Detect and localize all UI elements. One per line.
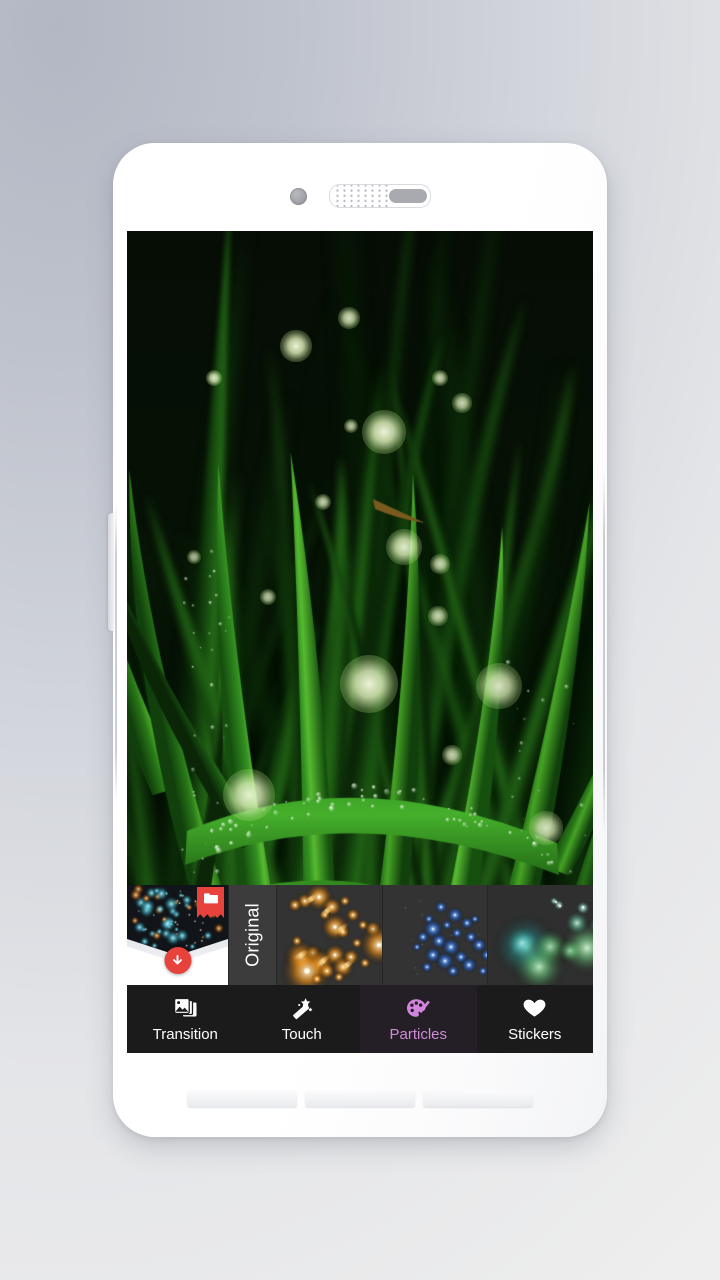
- thumbnail-fire-particles[interactable]: [276, 885, 382, 985]
- recents-key[interactable]: [423, 1089, 533, 1107]
- particle-preset-strip[interactable]: Original: [127, 885, 593, 985]
- thumbnail-original[interactable]: Original: [228, 885, 276, 985]
- tab-stickers[interactable]: Stickers: [476, 985, 593, 1053]
- tab-particles[interactable]: Particles: [360, 985, 477, 1053]
- front-camera-icon: [289, 187, 307, 205]
- tab-stickers-label: Stickers: [508, 1026, 562, 1043]
- cyan-bokeh-art: [488, 885, 593, 985]
- home-key[interactable]: [305, 1089, 415, 1107]
- fire-particles-art: [277, 885, 382, 985]
- blue-particles-art: [382, 885, 488, 985]
- images-stack-icon: [172, 996, 199, 1023]
- editor-tabbar[interactable]: Transition Touch Particles Stickers: [127, 985, 593, 1053]
- tab-transition-label: Transition: [152, 1026, 218, 1043]
- thumbnail-original-label: Original: [242, 903, 262, 967]
- sensor-row: [113, 181, 607, 211]
- power-button[interactable]: [108, 513, 114, 631]
- earpiece-grille: [332, 185, 389, 207]
- phone-device-frame: Original Transition Touch Particles Stic…: [108, 143, 607, 1137]
- right-edge-seam: [603, 473, 605, 833]
- folder-icon[interactable]: [197, 887, 224, 918]
- tab-touch[interactable]: Touch: [243, 985, 360, 1053]
- thumbnail-download-more[interactable]: [127, 885, 228, 985]
- left-edge-seam: [115, 503, 117, 803]
- tab-touch-label: Touch: [281, 1026, 322, 1043]
- screenshot-stage: Original Transition Touch Particles Stic…: [0, 0, 720, 1280]
- thumbnail-cyan-bokeh-particles[interactable]: [487, 885, 593, 985]
- tab-particles-label: Particles: [389, 1026, 448, 1043]
- earpiece-solid-bar: [388, 189, 427, 203]
- phone-screen: Original Transition Touch Particles Stic…: [127, 231, 593, 1053]
- earpiece-speaker-icon: [328, 184, 431, 208]
- back-key[interactable]: [187, 1089, 297, 1107]
- thumbnail-blue-particles[interactable]: [381, 885, 488, 985]
- heart-icon: [521, 996, 548, 1023]
- android-navigation-bar[interactable]: [113, 1087, 607, 1109]
- magic-wand-icon: [288, 996, 315, 1023]
- tab-transition[interactable]: Transition: [127, 985, 244, 1053]
- paint-palette-icon: [405, 996, 432, 1023]
- download-arrow-icon[interactable]: [164, 947, 191, 974]
